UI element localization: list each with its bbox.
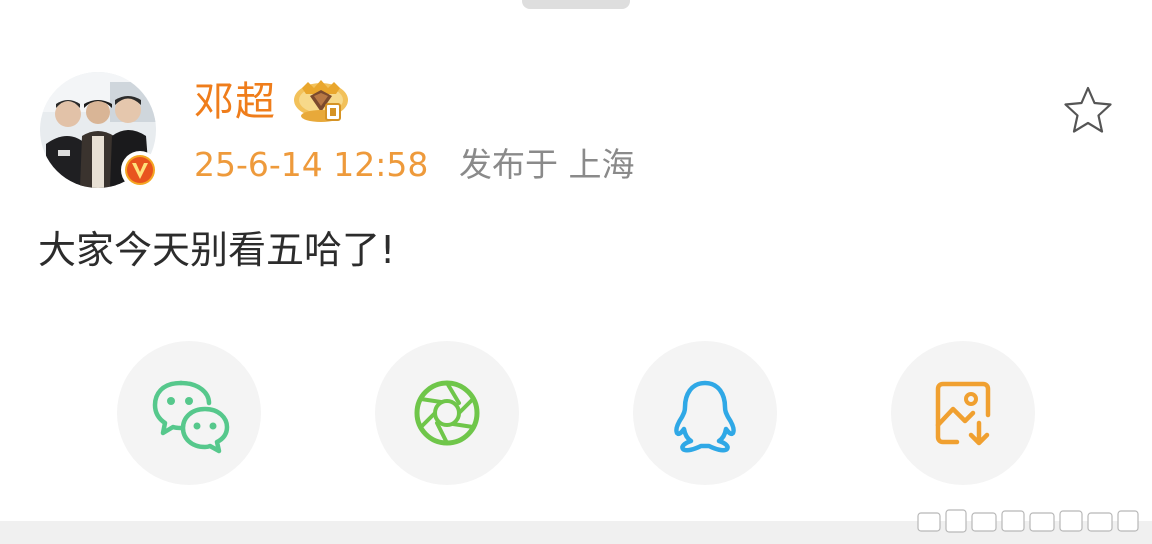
author-name[interactable]: 邓超 — [194, 76, 276, 128]
post-location: 发布于 上海 — [459, 145, 635, 184]
share-save-image-button[interactable] — [891, 341, 1035, 485]
wechat-icon — [152, 380, 230, 454]
save-image-icon — [935, 381, 991, 446]
watermark-logo — [912, 505, 1144, 541]
post-text: 大家今天别看五哈了! — [38, 228, 396, 272]
verified-v-badge — [120, 150, 160, 190]
sheet-drag-handle[interactable] — [522, 0, 630, 9]
star-icon[interactable] — [1060, 84, 1116, 142]
share-qq-button[interactable] — [633, 341, 777, 485]
share-moments-button[interactable] — [375, 341, 519, 485]
moments-aperture-icon — [414, 380, 480, 446]
qq-penguin-icon — [674, 380, 736, 453]
share-wechat-button[interactable] — [117, 341, 261, 485]
post-time: 25-6-14 12:58 — [194, 145, 429, 184]
crown-member-badge[interactable] — [292, 78, 350, 128]
